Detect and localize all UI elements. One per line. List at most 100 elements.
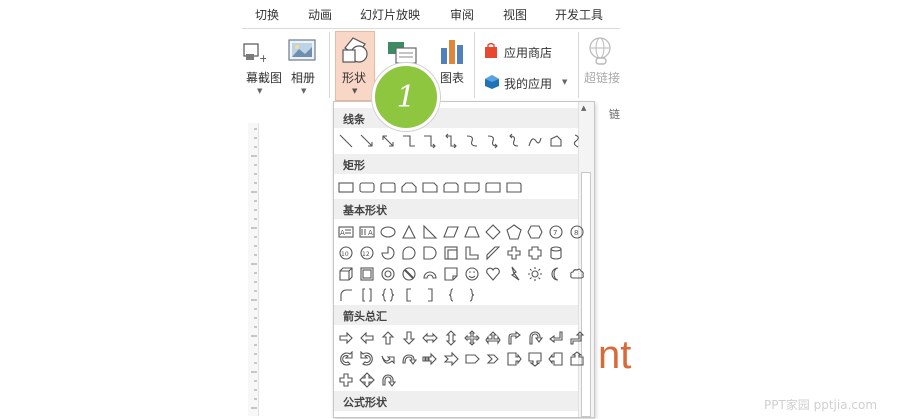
shape-option[interactable]: [357, 264, 377, 284]
shape-option[interactable]: [441, 243, 461, 263]
shape-option[interactable]: [378, 222, 398, 242]
shape-option[interactable]: [462, 177, 482, 197]
shape-option[interactable]: A: [357, 222, 377, 242]
shape-option[interactable]: [483, 222, 503, 242]
chart-button[interactable]: [438, 36, 466, 66]
shape-option[interactable]: [525, 131, 545, 151]
shape-option[interactable]: [441, 131, 461, 151]
shape-option[interactable]: [399, 264, 419, 284]
shape-option[interactable]: [420, 285, 440, 305]
shape-option[interactable]: [441, 177, 461, 197]
shape-option[interactable]: [567, 349, 587, 369]
shape-option[interactable]: [462, 349, 482, 369]
shape-option[interactable]: [357, 349, 377, 369]
album-button[interactable]: [287, 38, 319, 66]
shape-option[interactable]: [336, 328, 356, 348]
tab-review[interactable]: 审阅: [450, 6, 474, 23]
shape-option[interactable]: [462, 131, 482, 151]
shape-option[interactable]: [399, 349, 419, 369]
shape-option[interactable]: [483, 264, 503, 284]
shape-option[interactable]: 12: [357, 243, 377, 263]
shape-option[interactable]: [546, 131, 566, 151]
shape-option[interactable]: [504, 349, 524, 369]
shape-option[interactable]: [462, 328, 482, 348]
shape-option[interactable]: [378, 243, 398, 263]
chevron-down-icon[interactable]: ▼: [257, 87, 262, 95]
shape-option[interactable]: [483, 131, 503, 151]
shape-option[interactable]: [378, 264, 398, 284]
shape-option[interactable]: [378, 177, 398, 197]
shape-option[interactable]: [336, 285, 356, 305]
shape-option[interactable]: [462, 285, 482, 305]
shape-option[interactable]: [504, 177, 524, 197]
shape-option[interactable]: [567, 131, 587, 151]
shape-option[interactable]: [462, 264, 482, 284]
shape-option[interactable]: [525, 243, 545, 263]
shape-option[interactable]: [399, 285, 419, 305]
shape-option[interactable]: [483, 328, 503, 348]
shape-option[interactable]: [504, 264, 524, 284]
shape-option[interactable]: [567, 328, 587, 348]
shape-option[interactable]: [399, 177, 419, 197]
hyperlink-button[interactable]: [586, 36, 616, 68]
shape-option[interactable]: [399, 243, 419, 263]
shape-option[interactable]: [441, 328, 461, 348]
app-store-button[interactable]: 应用商店: [484, 42, 584, 62]
shape-option[interactable]: A: [336, 222, 356, 242]
shape-option[interactable]: [378, 328, 398, 348]
shape-option[interactable]: [462, 222, 482, 242]
shape-option[interactable]: [441, 222, 461, 242]
shape-option[interactable]: [420, 131, 440, 151]
chevron-down-icon[interactable]: ▼: [301, 87, 306, 95]
shape-option[interactable]: [357, 328, 377, 348]
shape-option[interactable]: [357, 370, 377, 390]
shape-option[interactable]: [336, 370, 356, 390]
shape-option[interactable]: [462, 243, 482, 263]
tab-view[interactable]: 视图: [503, 6, 527, 23]
shape-option[interactable]: [504, 222, 524, 242]
shape-option[interactable]: 7: [546, 222, 566, 242]
shape-option[interactable]: [504, 131, 524, 151]
shape-option[interactable]: [525, 222, 545, 242]
shape-option[interactable]: [483, 177, 503, 197]
shape-option[interactable]: [336, 264, 356, 284]
shape-option[interactable]: [336, 131, 356, 151]
shape-option[interactable]: [399, 131, 419, 151]
shape-option[interactable]: [567, 264, 587, 284]
tab-developer[interactable]: 开发工具: [555, 6, 603, 23]
shape-option[interactable]: [378, 285, 398, 305]
shape-option[interactable]: 8: [567, 222, 587, 242]
shape-option[interactable]: [546, 264, 566, 284]
shape-option[interactable]: [420, 349, 440, 369]
shape-option[interactable]: [504, 328, 524, 348]
shape-option[interactable]: [441, 285, 461, 305]
scroll-up-icon[interactable]: ▲: [581, 104, 586, 112]
tab-transitions[interactable]: 切换: [255, 6, 279, 23]
shape-option[interactable]: [483, 243, 503, 263]
shape-option[interactable]: [399, 222, 419, 242]
screenshot-button[interactable]: +: [242, 40, 268, 66]
shape-option[interactable]: [357, 131, 377, 151]
shape-option[interactable]: [525, 328, 545, 348]
shape-option[interactable]: [399, 328, 419, 348]
shapes-button[interactable]: 形状 ▼: [335, 31, 375, 101]
shape-option[interactable]: [525, 349, 545, 369]
shape-option[interactable]: [420, 243, 440, 263]
shape-option[interactable]: [357, 177, 377, 197]
shape-option[interactable]: [546, 243, 566, 263]
shape-option[interactable]: [441, 349, 461, 369]
tab-slideshow[interactable]: 幻灯片放映: [360, 6, 420, 23]
shape-option[interactable]: [357, 285, 377, 305]
shape-option[interactable]: 10: [336, 243, 356, 263]
shape-option[interactable]: [420, 177, 440, 197]
shape-option[interactable]: [420, 222, 440, 242]
shape-option[interactable]: [336, 177, 356, 197]
shape-option[interactable]: [546, 328, 566, 348]
my-apps-button[interactable]: 我的应用 ▼: [484, 73, 574, 93]
scrollbar-thumb[interactable]: [581, 172, 591, 417]
tab-animations[interactable]: 动画: [308, 6, 332, 23]
shape-option[interactable]: [420, 264, 440, 284]
shape-option[interactable]: [420, 328, 440, 348]
shape-option[interactable]: [483, 349, 503, 369]
shape-option[interactable]: [441, 264, 461, 284]
